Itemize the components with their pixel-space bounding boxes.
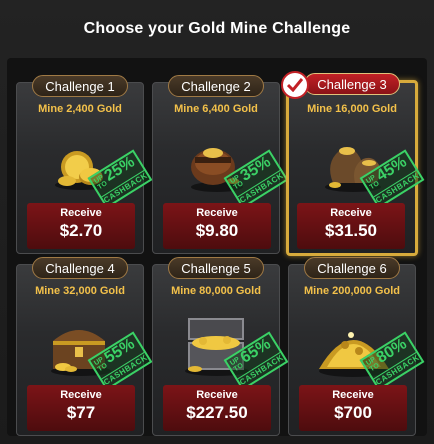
challenge-goal: Mine 16,000 Gold	[307, 103, 397, 115]
selected-check-icon	[281, 71, 309, 99]
challenge-goal: Mine 2,400 Gold	[38, 103, 122, 115]
receive-label: Receive	[332, 389, 374, 401]
challenge-goal: Mine 200,000 Gold	[304, 285, 400, 297]
price-value: $77	[66, 403, 96, 422]
challenge-card-title: Challenge 6	[304, 257, 400, 279]
price-value: $31.50	[325, 221, 377, 240]
receive-label: Receive	[196, 389, 238, 401]
challenge-card-title: Challenge 2	[168, 75, 264, 97]
challenge-goal: Mine 6,400 Gold	[174, 103, 258, 115]
receive-button[interactable]: Receive $9.80	[163, 203, 271, 249]
price-value: $227.50	[186, 403, 248, 422]
challenge-card-2[interactable]: Challenge 2 Mine 6,400 Gold UP TO 35% CA…	[152, 75, 289, 254]
challenge-card-title: Challenge 1	[32, 75, 128, 97]
challenge-goal: Mine 80,000 Gold	[171, 285, 261, 297]
challenge-card-title: Challenge 5	[168, 257, 264, 279]
receive-button[interactable]: Receive $31.50	[297, 203, 405, 249]
receive-label: Receive	[330, 207, 372, 219]
receive-button[interactable]: Receive $77	[27, 385, 135, 431]
receive-label: Receive	[196, 207, 238, 219]
challenge-card-4[interactable]: Challenge 4 Mine 32,000 Gold UP TO 55% C…	[16, 257, 153, 436]
challenge-card-title: Challenge 3	[304, 73, 400, 95]
challenge-card-6[interactable]: Challenge 6 Mine 200,000 Gold UP TO 80% …	[288, 257, 425, 436]
receive-button[interactable]: Receive $227.50	[163, 385, 271, 431]
challenge-card-3[interactable]: Challenge 3 Mine 16,000 Gold UP TO 45% C…	[281, 71, 425, 256]
challenge-card-title: Challenge 4	[32, 257, 128, 279]
challenge-goal: Mine 32,000 Gold	[35, 285, 125, 297]
challenge-grid: Challenge 1 Mine 2,400 Gold UP TO 25% CA…	[0, 0, 434, 444]
price-value: $2.70	[59, 221, 103, 240]
challenge-screen: Choose your Gold Mine Challenge Challeng…	[0, 0, 434, 444]
receive-label: Receive	[60, 207, 102, 219]
receive-button[interactable]: Receive $2.70	[27, 203, 135, 249]
challenge-card-5[interactable]: Challenge 5 Mine 80,000 Gold UP TO 65% C…	[152, 257, 289, 436]
challenge-card-1[interactable]: Challenge 1 Mine 2,400 Gold UP TO 25% CA…	[16, 75, 153, 254]
price-value: $9.80	[195, 221, 239, 240]
receive-button[interactable]: Receive $700	[299, 385, 407, 431]
price-value: $700	[334, 403, 372, 422]
receive-label: Receive	[60, 389, 102, 401]
